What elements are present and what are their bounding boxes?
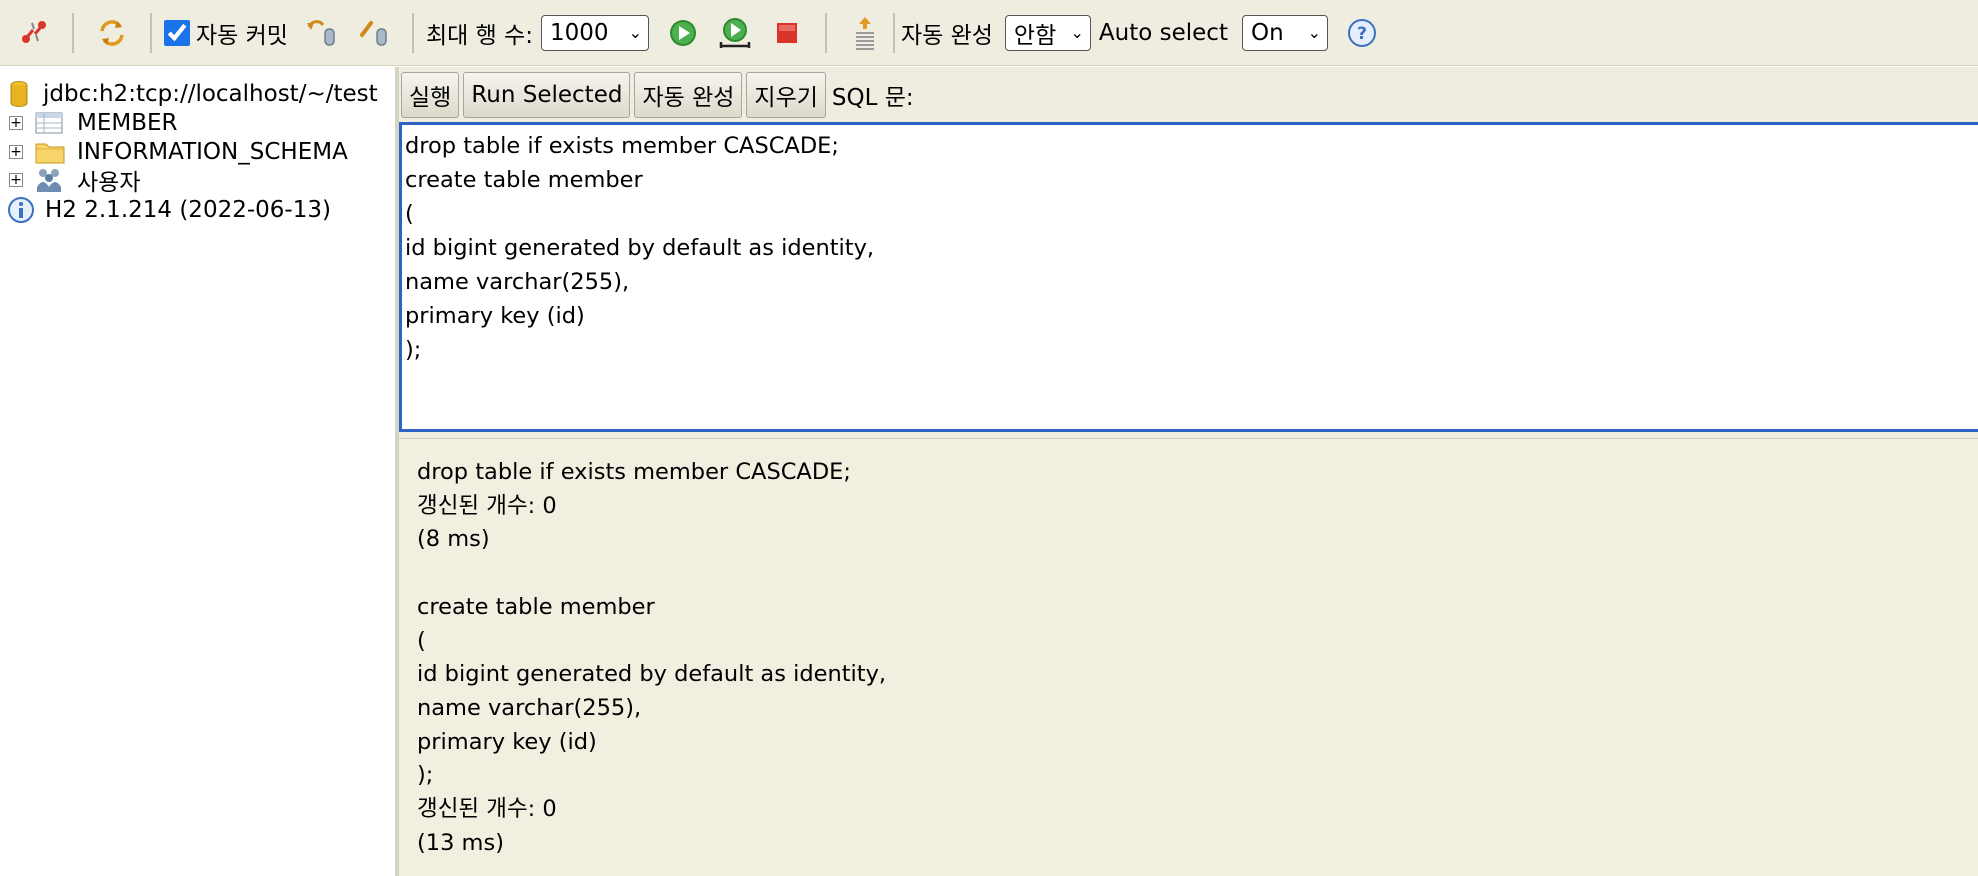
tree-item-label: MEMBER bbox=[77, 110, 178, 136]
folder-icon bbox=[35, 143, 65, 164]
autocommit-label: 자동 커밋 bbox=[196, 22, 288, 49]
autocomplete-button[interactable]: 자동 완성 bbox=[634, 71, 743, 118]
result-line: 갱신된 개수: 0 bbox=[417, 492, 557, 519]
autocommit-checkbox[interactable] bbox=[164, 19, 190, 46]
connection-url: jdbc:h2:tcp://localhost/~/test bbox=[43, 81, 378, 107]
schema-tree: jdbc:h2:tcp://localhost/~/test + MEMBER … bbox=[0, 67, 395, 876]
chevron-down-icon: ⌄ bbox=[1307, 23, 1321, 42]
toolbar: 자동 커밋 최대 행 수: 1000 ⌄ 자동 완성 안함 ⌄ Auto sel… bbox=[0, 0, 1978, 66]
tree-item-label: 사용자 bbox=[77, 170, 141, 196]
result-line: drop table if exists member CASCADE; bbox=[417, 459, 851, 485]
auto-select-select[interactable]: On ⌄ bbox=[1241, 14, 1328, 51]
autocomplete-label: 자동 완성 bbox=[900, 22, 993, 49]
commit-icon[interactable] bbox=[354, 13, 394, 53]
toolbar-separator bbox=[150, 12, 152, 53]
users-icon bbox=[37, 169, 61, 192]
editor-line: primary key (id) bbox=[405, 303, 585, 329]
database-icon bbox=[10, 81, 28, 107]
toolbar-separator bbox=[411, 12, 414, 53]
autocomplete-select[interactable]: 안함 ⌄ bbox=[1004, 14, 1091, 51]
editor-line: drop table if exists member CASCADE; bbox=[405, 133, 839, 159]
autocomplete-value: 안함 bbox=[1013, 22, 1057, 49]
result-line bbox=[417, 557, 1978, 591]
autocommit-toggle[interactable]: 자동 커밋 bbox=[164, 16, 296, 50]
result-line: (13 ms) bbox=[417, 829, 504, 856]
history-icon[interactable] bbox=[845, 13, 885, 53]
tree-item-label: INFORMATION_SCHEMA bbox=[77, 139, 348, 165]
auto-select-value: On bbox=[1250, 19, 1284, 46]
info-icon bbox=[8, 197, 34, 223]
expand-icon[interactable]: + bbox=[9, 116, 23, 130]
max-rows-value: 1000 bbox=[549, 19, 609, 46]
tree-item-member[interactable]: + MEMBER bbox=[9, 107, 178, 139]
auto-select-label: Auto select bbox=[1098, 19, 1228, 46]
editor-line: create table member bbox=[405, 167, 643, 193]
run-icon[interactable] bbox=[663, 13, 703, 53]
run-selected-icon[interactable] bbox=[715, 13, 755, 53]
stop-icon[interactable] bbox=[767, 13, 807, 53]
expand-icon[interactable]: + bbox=[9, 145, 23, 159]
clear-button[interactable]: 지우기 bbox=[746, 71, 826, 118]
chevron-down-icon: ⌄ bbox=[1070, 23, 1084, 42]
max-rows-label: 최대 행 수: bbox=[425, 22, 533, 49]
run-button[interactable]: 실행 bbox=[401, 71, 460, 118]
editor-line: name varchar(255), bbox=[405, 269, 630, 295]
result-line: (8 ms) bbox=[417, 526, 490, 553]
result-line: 갱신된 개수: 0 bbox=[417, 796, 557, 823]
tree-version: H2 2.1.214 (2022-06-13) bbox=[7, 194, 331, 226]
sql-editor[interactable]: drop table if exists member CASCADE; cre… bbox=[399, 122, 1978, 432]
toolbar-separator bbox=[892, 12, 895, 53]
editor-line: ); bbox=[405, 337, 422, 363]
version-label: H2 2.1.214 (2022-06-13) bbox=[45, 197, 331, 223]
max-rows-select[interactable]: 1000 ⌄ bbox=[540, 14, 649, 51]
result-line: ( bbox=[417, 627, 426, 654]
rollback-icon[interactable] bbox=[302, 13, 342, 53]
result-line: name varchar(255), bbox=[417, 694, 642, 721]
run-selected-button[interactable]: Run Selected bbox=[463, 71, 631, 118]
table-icon bbox=[35, 112, 63, 134]
editor-line: id bigint generated by default as identi… bbox=[405, 235, 875, 261]
sql-statement-label: SQL 문: bbox=[831, 84, 914, 111]
svg-text:?: ? bbox=[1357, 24, 1367, 44]
editor-line: ( bbox=[405, 201, 414, 227]
chevron-down-icon: ⌄ bbox=[628, 23, 642, 42]
expand-icon[interactable]: + bbox=[9, 173, 23, 187]
result-line: ); bbox=[417, 762, 434, 789]
result-line: id bigint generated by default as identi… bbox=[417, 661, 887, 688]
toolbar-separator bbox=[72, 12, 74, 53]
tree-connection[interactable]: jdbc:h2:tcp://localhost/~/test bbox=[9, 78, 378, 110]
results-panel: drop table if exists member CASCADE; 갱신된… bbox=[399, 438, 1978, 876]
result-line: create table member bbox=[417, 593, 655, 620]
help-icon[interactable]: ? bbox=[1342, 13, 1382, 53]
result-line: primary key (id) bbox=[417, 728, 597, 755]
sql-command-bar: 실행 Run Selected 자동 완성 지우기 SQL 문: bbox=[399, 67, 1978, 122]
toolbar-separator bbox=[824, 12, 827, 53]
refresh-icon[interactable] bbox=[92, 13, 132, 53]
disconnect-icon[interactable] bbox=[14, 13, 54, 53]
tree-item-users[interactable]: + 사용자 bbox=[9, 164, 140, 196]
